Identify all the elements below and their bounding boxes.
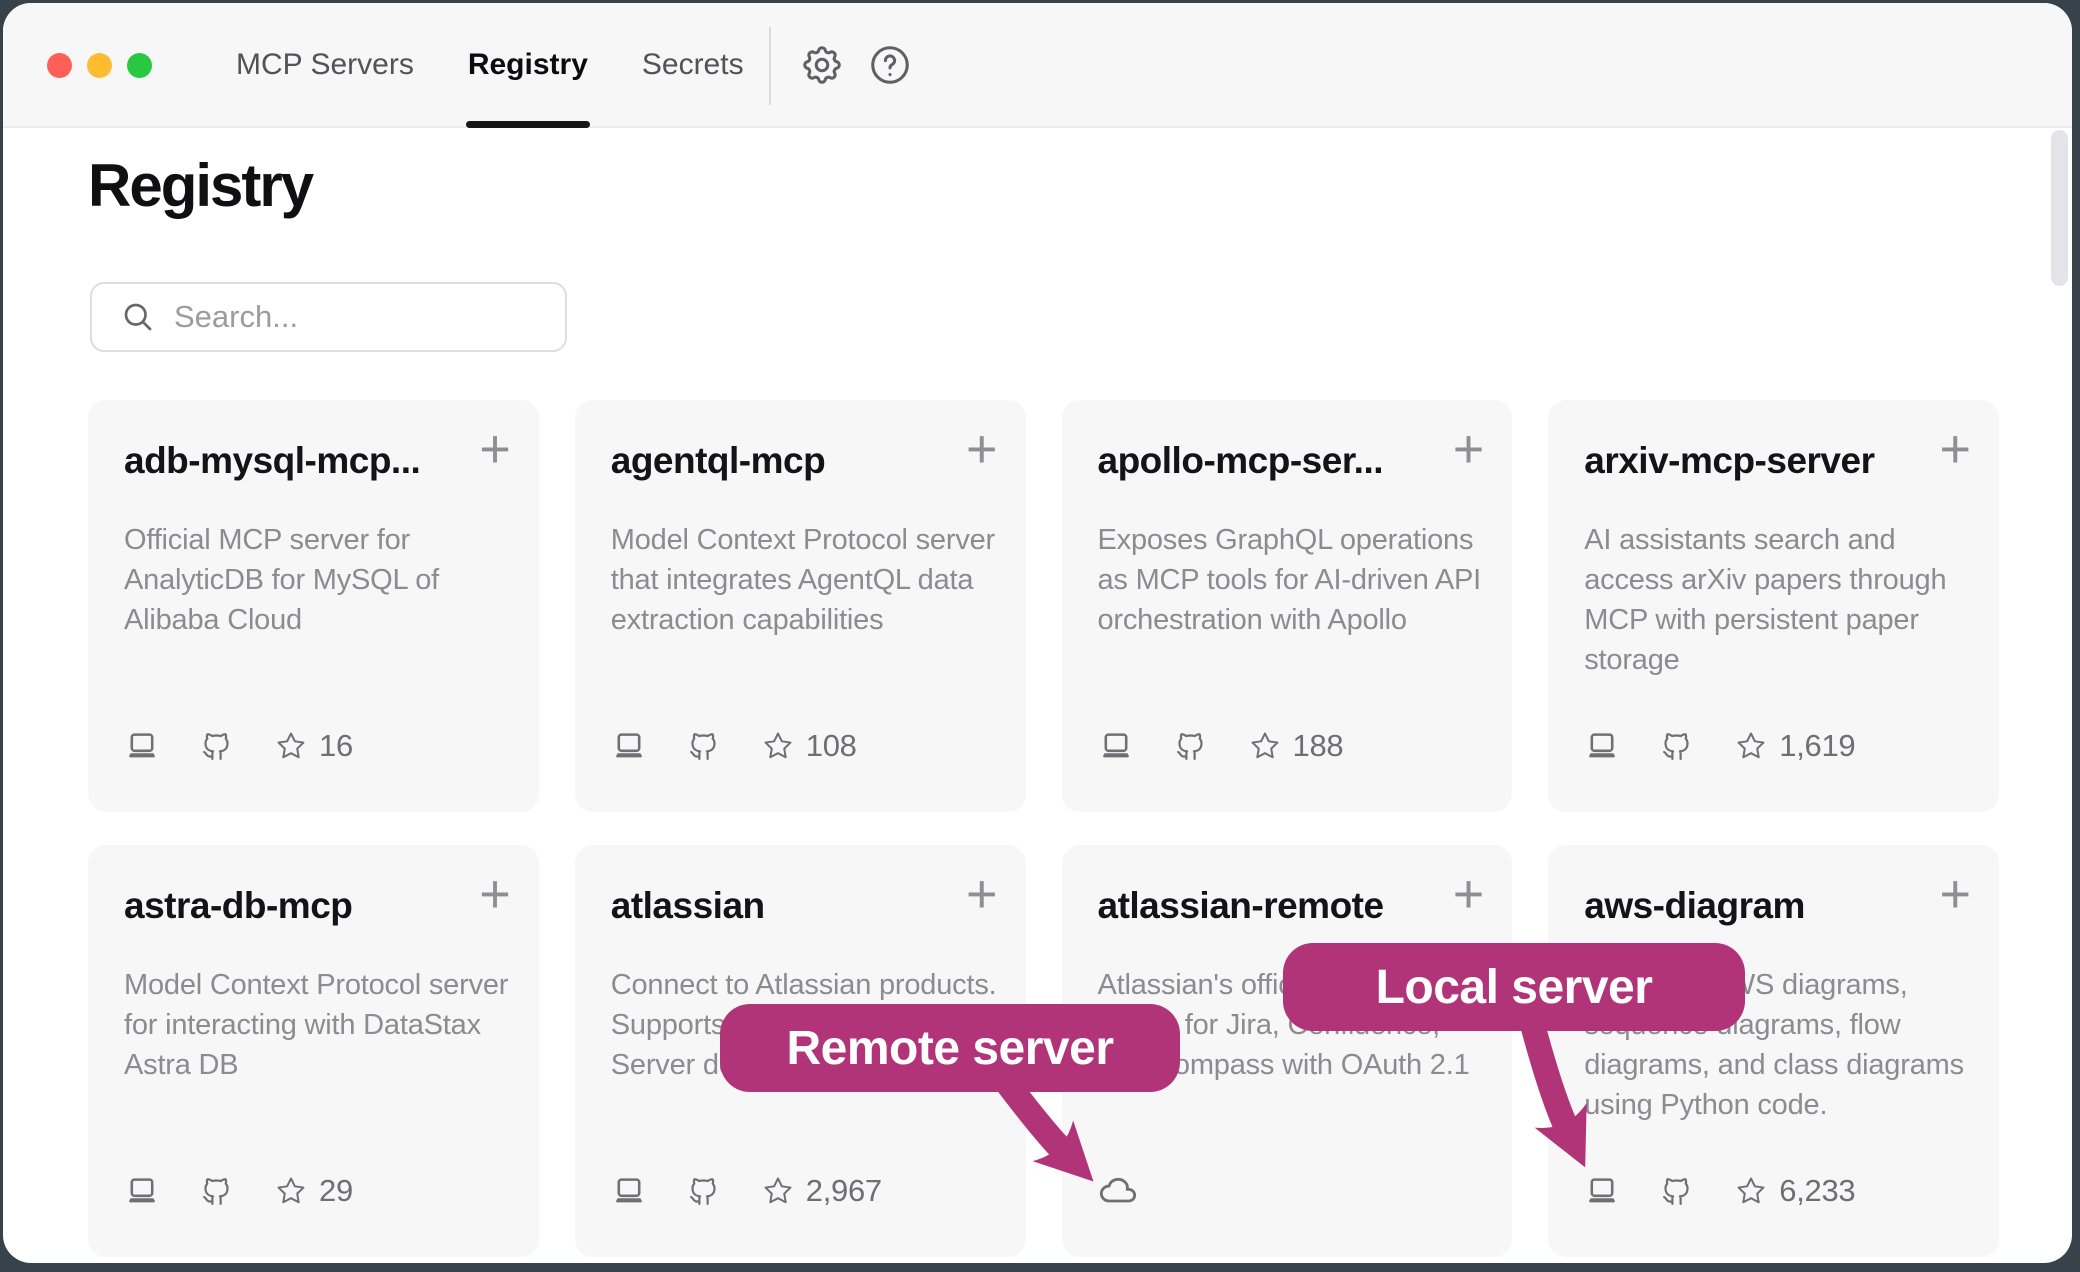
server-card[interactable]: arxiv-mcp-server + AI assistants search … [1548,400,1999,812]
github-icon [1174,730,1207,763]
add-server-button[interactable]: + [1453,867,1485,921]
help-icon[interactable] [867,42,913,88]
server-stats: 2,967 [611,1171,882,1211]
server-description: Official MCP server for AnalyticDB for M… [124,520,520,640]
github-icon [687,1175,720,1208]
laptop-icon [611,728,647,764]
server-name: astra-db-mcp [124,885,451,927]
add-server-button[interactable]: + [1939,867,1971,921]
traffic-lights [47,53,152,78]
github-icon [687,730,720,763]
server-name: atlassian-remote [1098,885,1425,927]
laptop-icon [1098,728,1134,764]
star-icon: 16 [276,728,353,764]
star-count: 1,619 [1779,728,1855,764]
zoom-button[interactable] [127,53,152,78]
laptop-icon [611,1173,647,1209]
github-icon [1660,1175,1693,1208]
server-name: aws-diagram [1584,885,1911,927]
star-icon: 29 [276,1173,353,1209]
server-stats: 1,619 [1584,726,1855,766]
server-name: apollo-mcp-ser... [1098,440,1425,482]
header-divider [769,27,771,105]
github-icon [200,730,233,763]
server-stats: 6,233 [1584,1171,1855,1211]
server-description: Exposes GraphQL operations as MCP tools … [1098,520,1494,640]
scrollbar-thumb[interactable] [2051,130,2068,286]
server-card[interactable]: apollo-mcp-ser... + Exposes GraphQL oper… [1062,400,1513,812]
search-box[interactable] [90,282,567,352]
add-server-button[interactable]: + [1939,422,1971,476]
main-tabs: MCP Servers Registry Secrets [234,3,746,126]
server-name: adb-mysql-mcp... [124,440,451,482]
server-description: Model Context Protocol server that integ… [611,520,1007,640]
star-icon: 2,967 [763,1173,882,1209]
server-description: Model Context Protocol server for intera… [124,965,520,1085]
add-server-button[interactable]: + [479,867,511,921]
server-name: atlassian [611,885,938,927]
gear-icon[interactable] [799,42,845,88]
add-server-button[interactable]: + [479,422,511,476]
add-server-button[interactable]: + [1453,422,1485,476]
server-card[interactable]: adb-mysql-mcp... + Official MCP server f… [88,400,539,812]
server-stats: 108 [611,726,857,766]
github-icon [1660,730,1693,763]
tab-registry[interactable]: Registry [466,3,590,126]
server-description: AI assistants search and access arXiv pa… [1584,520,1980,680]
cloud-icon [1098,1171,1138,1211]
star-icon: 108 [763,728,857,764]
close-button[interactable] [47,53,72,78]
star-count: 6,233 [1779,1173,1855,1209]
server-name: arxiv-mcp-server [1584,440,1911,482]
add-server-button[interactable]: + [966,867,998,921]
github-icon [200,1175,233,1208]
local-server-callout: Local server [1283,943,1745,1031]
server-card[interactable]: aws-diagram + Generate AWS diagrams, seq… [1548,845,1999,1257]
minimize-button[interactable] [87,53,112,78]
star-count: 2,967 [806,1173,882,1209]
server-stats: 29 [124,1171,353,1211]
page-title: Registry [88,151,312,220]
server-stats: 16 [124,726,353,766]
tab-secrets[interactable]: Secrets [640,3,746,126]
star-count: 108 [806,728,857,764]
star-icon: 6,233 [1736,1173,1855,1209]
title-bar: MCP Servers Registry Secrets [3,3,2072,128]
star-count: 29 [319,1173,353,1209]
laptop-icon [1584,1173,1620,1209]
search-input[interactable] [174,299,534,335]
app-window: MCP Servers Registry Secrets Registry [3,3,2072,1263]
tab-mcp-servers[interactable]: MCP Servers [234,3,416,126]
card-grid: adb-mysql-mcp... + Official MCP server f… [88,400,1999,1257]
star-count: 188 [1293,728,1344,764]
star-count: 16 [319,728,353,764]
search-icon [120,299,156,335]
laptop-icon [124,1173,160,1209]
server-card[interactable]: agentql-mcp + Model Context Protocol ser… [575,400,1026,812]
add-server-button[interactable]: + [966,422,998,476]
remote-server-callout: Remote server [720,1004,1180,1092]
laptop-icon [1584,728,1620,764]
laptop-icon [124,728,160,764]
server-name: agentql-mcp [611,440,938,482]
server-stats: 188 [1098,726,1344,766]
star-icon: 1,619 [1736,728,1855,764]
server-card[interactable]: astra-db-mcp + Model Context Protocol se… [88,845,539,1257]
server-stats [1098,1171,1138,1211]
star-icon: 188 [1250,728,1344,764]
